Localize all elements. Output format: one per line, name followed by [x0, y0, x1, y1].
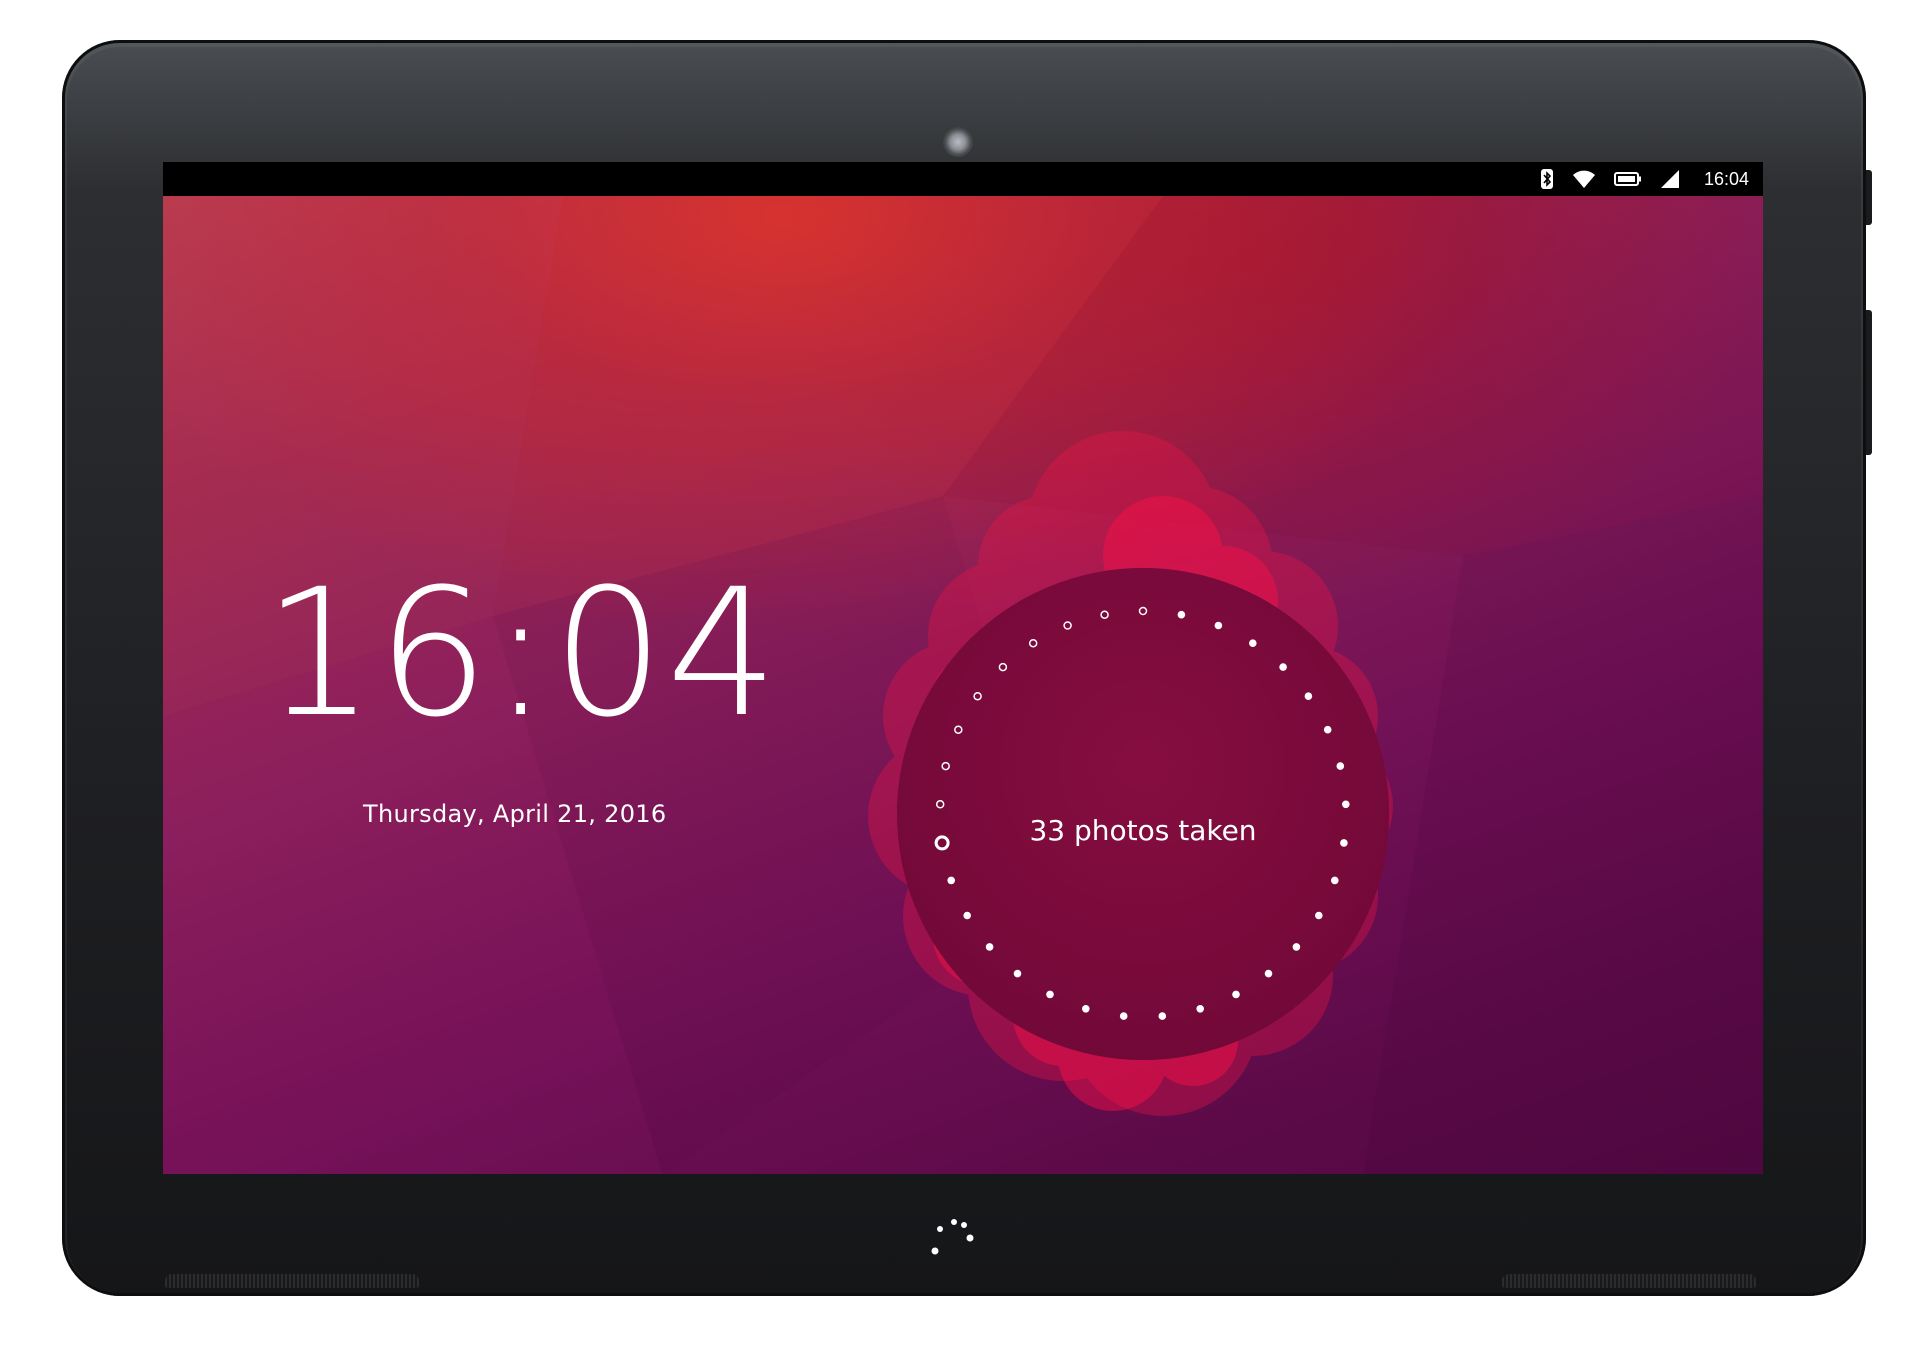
signal-icon	[1660, 167, 1680, 191]
infographic-dot	[1196, 1005, 1204, 1013]
front-camera-icon	[943, 127, 973, 157]
infographic-dot	[963, 911, 971, 920]
infographic-dot	[1315, 911, 1323, 920]
infographic-dot	[1046, 990, 1054, 999]
infographic-dot	[1177, 610, 1186, 619]
power-button[interactable]	[1866, 170, 1872, 225]
infographic-dot	[1119, 1012, 1128, 1020]
infographic-dot	[1292, 943, 1301, 951]
infographic-dot	[1331, 876, 1339, 885]
infographic-dot	[1214, 621, 1223, 630]
volume-rocker[interactable]	[1866, 310, 1872, 455]
wifi-icon	[1572, 167, 1596, 191]
infographic-dot	[985, 943, 994, 951]
infographic-dot	[1013, 969, 1022, 978]
lock-clock-date: Thursday, April 21, 2016	[363, 800, 667, 828]
status-clock: 16:04	[1703, 168, 1749, 189]
lock-screen-wallpaper[interactable]: 16:04 Thursday, April 21, 2016 33 photos…	[163, 196, 1763, 1174]
infographic-dot	[1336, 762, 1345, 770]
speaker-grille-left	[165, 1274, 419, 1288]
bluetooth-icon	[1540, 167, 1554, 191]
tablet-screen[interactable]: 16:04 16:04 Thursday, April 21, 2016 33 …	[163, 162, 1763, 1174]
infographic-dot	[1279, 663, 1287, 671]
infographic-dot	[1342, 800, 1350, 809]
infographic[interactable]: 33 photos taken	[863, 416, 1423, 1116]
lock-clock-time: 16:04	[263, 551, 781, 756]
infographic-dot	[1304, 692, 1313, 700]
infographic-dot	[1264, 969, 1273, 978]
infographic-dot	[1158, 1012, 1167, 1020]
device-photo: 16:04 16:04 Thursday, April 21, 2016 33 …	[0, 0, 1920, 1349]
status-bar[interactable]: 16:04	[163, 162, 1763, 196]
battery-icon	[1613, 167, 1642, 191]
infographic-dot	[1232, 990, 1240, 999]
infographic-dot	[1323, 725, 1332, 734]
infographic-label: 33 photos taken	[1029, 814, 1257, 847]
ubuntu-dots-icon[interactable]	[924, 1211, 984, 1255]
infographic-dot	[947, 876, 955, 885]
infographic-dot	[1082, 1005, 1090, 1013]
infographic-bubbles	[868, 431, 1393, 1116]
speaker-grille-right	[1502, 1274, 1756, 1288]
infographic-dot	[1249, 639, 1257, 647]
